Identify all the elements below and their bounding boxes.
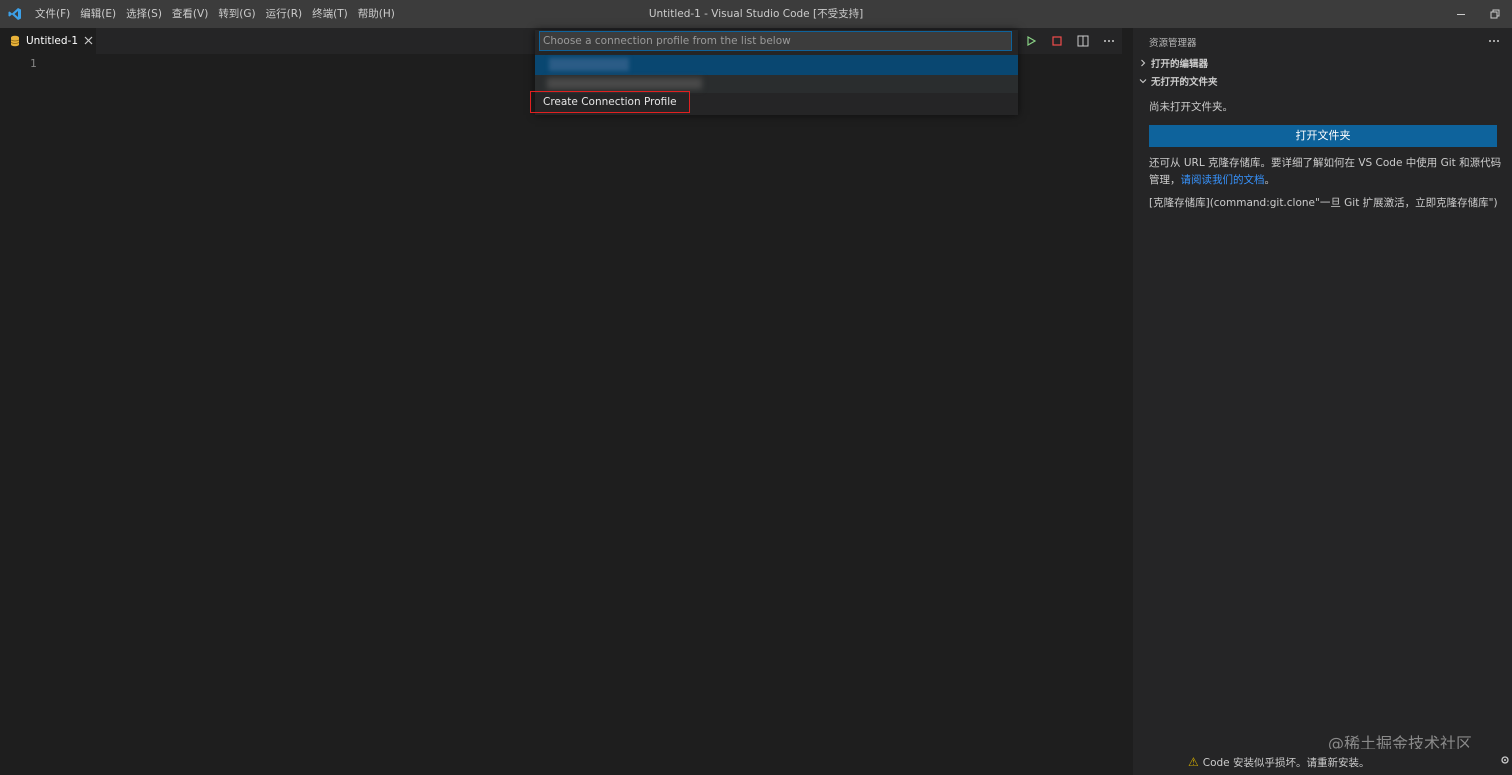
open-folder-button[interactable]: 打开文件夹 [1149,125,1497,147]
read-docs-link[interactable]: 请阅读我们的文档 [1181,174,1265,186]
explorer-more-button[interactable] [1488,32,1500,46]
tab-untitled-1[interactable]: Untitled-1 [0,28,96,54]
run-query-button[interactable] [1018,28,1044,54]
vscode-logo-icon [0,0,30,28]
editor-actions [1018,28,1122,54]
open-editors-label: 打开的编辑器 [1151,59,1209,70]
line-number: 1 [30,57,37,70]
clone-command-text: [克隆存储库](command:git.clone"一旦 Git 扩展激活，立即… [1149,197,1498,209]
split-editor-icon [1077,35,1089,47]
connection-profile-input[interactable] [539,31,1012,51]
menu-run[interactable]: 运行(R) [261,0,308,28]
title-bar: 文件(F) 编辑(E) 选择(S) 查看(V) 转到(G) 运行(R) 终端(T… [0,0,1512,28]
clone-info-period: 。 [1264,174,1276,186]
explorer-title: 资源管理器 [1149,38,1197,49]
redacted-profile-name [549,58,629,71]
clone-info-line2: 管理， [1149,174,1181,186]
clone-info-line1: 还可从 URL 克隆存储库。要详细了解如何在 VS Code 中使用 Git 和… [1149,157,1502,169]
menu-help[interactable]: 帮助(H) [353,0,400,28]
no-folder-message: 尚未打开文件夹。 [1149,101,1233,113]
menu-view[interactable]: 查看(V) [167,0,213,28]
window-controls [1444,0,1512,28]
chevron-down-icon [1137,77,1149,85]
menu-file[interactable]: 文件(F) [30,0,75,28]
warning-icon: ⚠ [1188,755,1199,769]
stop-button[interactable] [1044,28,1070,54]
connection-quick-pick: Create Connection Profile [530,30,1018,115]
stop-icon [1052,36,1062,46]
ellipsis-icon [1489,40,1499,42]
close-icon [84,36,93,45]
ellipsis-icon [1104,40,1114,42]
clone-info-text: 还可从 URL 克隆存储库。要详细了解如何在 VS Code 中使用 Git 和… [1149,155,1501,189]
menu-terminal[interactable]: 终端(T) [307,0,353,28]
connection-profile-item[interactable] [535,55,1018,75]
corrupt-install-notification[interactable]: ⚠ Code 安装似乎损坏。请重新安装。 [1180,749,1512,775]
restore-button[interactable] [1478,0,1512,28]
redacted-profile-name [547,78,702,89]
menu-go[interactable]: 转到(G) [213,0,260,28]
editor-area[interactable]: 1 [0,54,1122,775]
notification-text: Code 安装似乎损坏。请重新安装。 [1202,756,1370,769]
more-actions-button[interactable] [1096,28,1122,54]
create-connection-profile-item[interactable]: Create Connection Profile [530,91,690,113]
gear-icon[interactable] [1500,755,1510,768]
chevron-right-icon [1137,59,1149,67]
minimize-button[interactable] [1444,0,1478,28]
open-editors-section[interactable]: 打开的编辑器 [1137,54,1507,72]
tab-label: Untitled-1 [26,35,79,47]
menu-edit[interactable]: 编辑(E) [75,0,121,28]
split-editor-button[interactable] [1070,28,1096,54]
no-folder-section[interactable]: 无打开的文件夹 [1137,72,1507,90]
restore-icon [1490,9,1500,19]
no-folder-label: 无打开的文件夹 [1151,77,1218,88]
minimize-icon [1457,14,1465,15]
explorer-sidebar: 资源管理器 打开的编辑器 无打开的文件夹 尚未打开文件夹。 打开文件夹 还可从 … [1133,28,1512,775]
close-tab-button[interactable] [84,34,93,48]
menu-bar: 文件(F) 编辑(E) 选择(S) 查看(V) 转到(G) 运行(R) 终端(T… [30,0,400,28]
menu-selection[interactable]: 选择(S) [121,0,167,28]
database-icon [10,35,20,47]
play-icon [1027,36,1036,46]
